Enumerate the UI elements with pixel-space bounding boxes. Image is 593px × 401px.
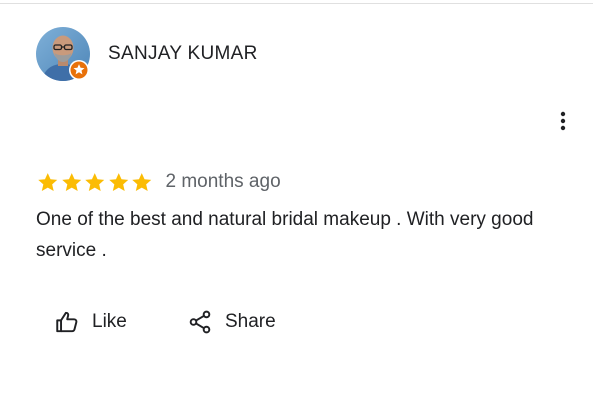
- star-icon: [85, 172, 105, 191]
- star-icon: [61, 172, 81, 191]
- thumb-up-icon: [56, 311, 78, 333]
- star-icon: [132, 172, 152, 191]
- share-icon: [189, 310, 211, 334]
- review-date: 2 months ago: [165, 171, 281, 192]
- author-name[interactable]: SANJAY KUMAR: [108, 43, 258, 65]
- rating-row: 2 months ago: [36, 170, 281, 194]
- local-guide-star-badge-icon: [69, 60, 89, 80]
- review-text: One of the best and natural bridal makeu…: [36, 209, 534, 261]
- avatar-photo: [36, 27, 90, 81]
- star-icon: [108, 172, 128, 191]
- like-button[interactable]: Like: [54, 306, 127, 338]
- star-icon: [38, 172, 58, 191]
- more-options-button[interactable]: [550, 106, 576, 136]
- share-label: Share: [225, 311, 276, 332]
- author-avatar[interactable]: [36, 27, 90, 81]
- like-label: Like: [92, 311, 127, 332]
- star-rating: [36, 171, 154, 194]
- share-button[interactable]: Share: [187, 306, 276, 338]
- top-divider: [0, 3, 593, 4]
- more-vert-icon: [560, 111, 566, 131]
